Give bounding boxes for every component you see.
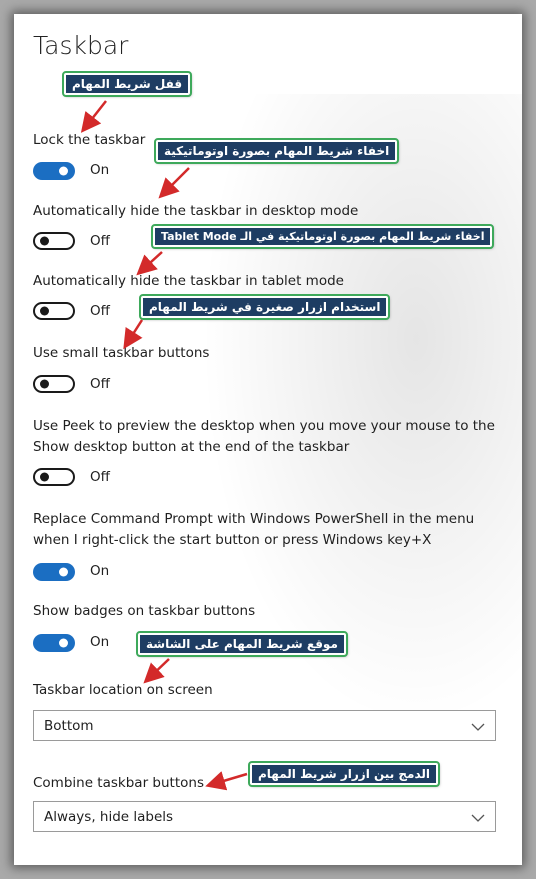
toggle-knob bbox=[40, 379, 49, 389]
combine-label: Combine taskbar buttons bbox=[33, 775, 204, 791]
toggle-knob bbox=[59, 166, 68, 176]
combine-dropdown-value: Always, hide labels bbox=[44, 808, 174, 825]
callout-autohide-tablet: اخفاء شريط المهام بصورة اوتوماتيكية في ا… bbox=[150, 224, 495, 249]
small-buttons-state: Off bbox=[90, 376, 110, 392]
peek-toggle[interactable] bbox=[33, 468, 75, 486]
location-dropdown-value: Bottom bbox=[44, 717, 94, 734]
lock-taskbar-state: On bbox=[90, 162, 110, 178]
toggle-knob bbox=[59, 638, 68, 648]
callout-autohide-desktop: اخفاء شريط المهام بصورة اوتوماتيكية bbox=[153, 138, 400, 164]
badges-label: Show badges on taskbar buttons bbox=[33, 603, 256, 619]
toggle-knob bbox=[40, 236, 49, 246]
location-dropdown[interactable]: Bottom bbox=[33, 710, 496, 741]
autohide-desktop-toggle[interactable] bbox=[33, 232, 75, 250]
lock-taskbar-toggle[interactable] bbox=[33, 162, 75, 180]
callout-combine: الدمج بين ازرار شريط المهام bbox=[247, 761, 441, 787]
peek-state: Off bbox=[90, 469, 110, 485]
combine-dropdown[interactable]: Always, hide labels bbox=[33, 801, 496, 832]
callout-location: موقع شريط المهام على الشاشة bbox=[136, 631, 348, 657]
small-buttons-label: Use small taskbar buttons bbox=[33, 345, 210, 361]
arrow-location bbox=[143, 658, 170, 684]
autohide-desktop-state: Off bbox=[90, 233, 110, 249]
lock-taskbar-label: Lock the taskbar bbox=[33, 132, 146, 148]
callout-small-buttons: استخدام ازرار صغيرة في شريط المهام bbox=[138, 294, 391, 320]
arrow-lock bbox=[80, 100, 107, 133]
toggle-knob bbox=[40, 472, 49, 482]
settings-panel: Taskbar Lock the taskbar On Automaticall… bbox=[14, 14, 522, 865]
powershell-toggle[interactable] bbox=[33, 563, 75, 581]
badges-state: On bbox=[90, 634, 110, 650]
callout-lock: قفل شريط المهام bbox=[61, 71, 193, 97]
arrow-autohide-tablet bbox=[136, 251, 163, 276]
arrow-combine bbox=[205, 771, 248, 791]
page-title: Taskbar bbox=[33, 31, 129, 60]
location-label: Taskbar location on screen bbox=[33, 682, 213, 698]
powershell-state: On bbox=[90, 563, 110, 579]
toggle-knob bbox=[59, 567, 68, 577]
arrow-autohide-desktop bbox=[158, 167, 190, 199]
peek-label: Use Peek to preview the desktop when you… bbox=[33, 418, 495, 455]
arrow-small-buttons bbox=[123, 319, 144, 350]
autohide-tablet-toggle[interactable] bbox=[33, 302, 75, 320]
autohide-desktop-label: Automatically hide the taskbar in deskto… bbox=[33, 203, 359, 219]
small-buttons-toggle[interactable] bbox=[33, 375, 75, 393]
powershell-label: Replace Command Prompt with Windows Powe… bbox=[33, 511, 475, 548]
autohide-tablet-state: Off bbox=[90, 303, 110, 319]
badges-toggle[interactable] bbox=[33, 634, 75, 652]
autohide-tablet-label: Automatically hide the taskbar in tablet… bbox=[33, 273, 344, 289]
chevron-down-icon bbox=[471, 716, 485, 735]
toggle-knob bbox=[40, 306, 49, 316]
chevron-down-icon bbox=[471, 807, 485, 826]
